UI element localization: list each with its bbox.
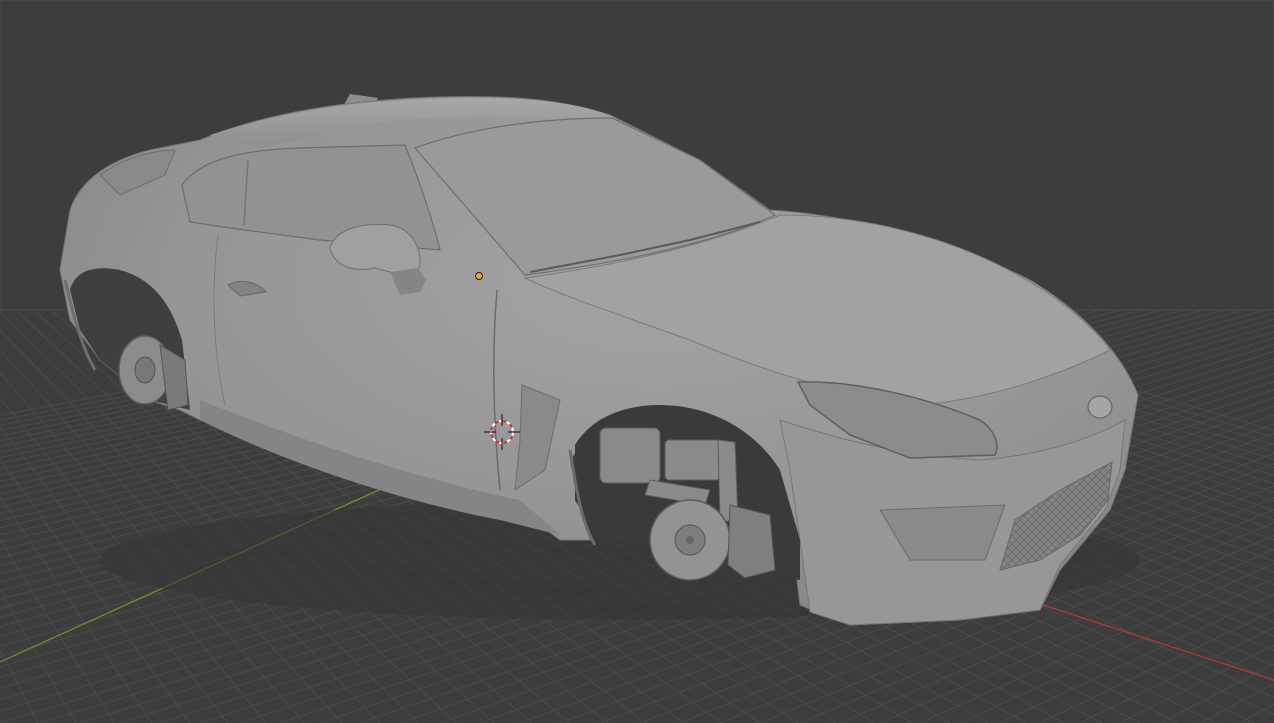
front-emblem	[1087, 395, 1113, 419]
3d-viewport[interactable]	[0, 0, 1274, 723]
object-origin-dot[interactable]	[475, 272, 483, 280]
front-brake-assembly	[649, 499, 776, 581]
